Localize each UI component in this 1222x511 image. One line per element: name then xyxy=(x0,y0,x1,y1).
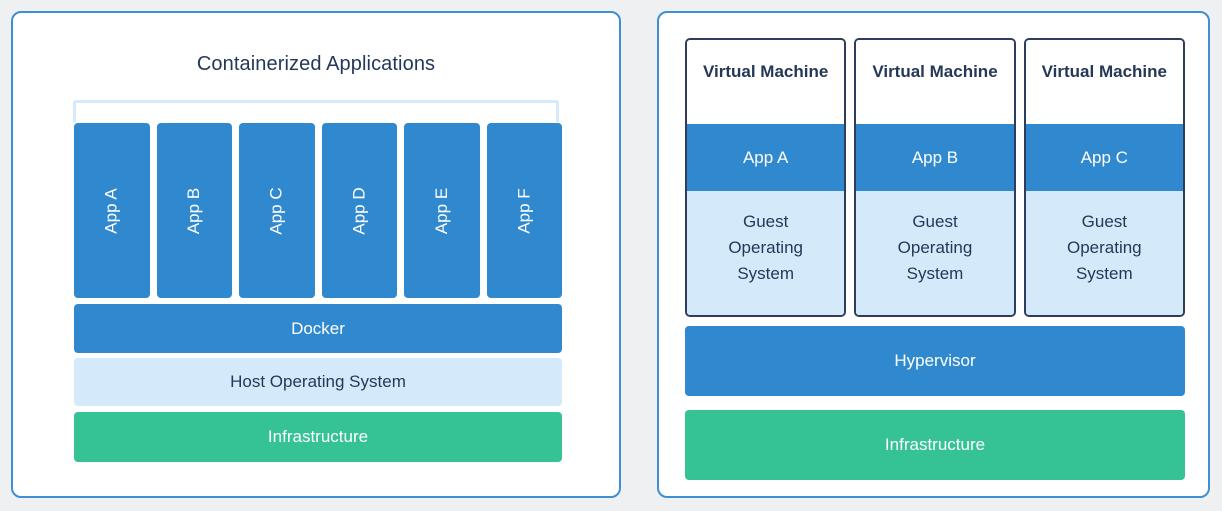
app-block-b-label: App B xyxy=(184,187,204,234)
containers-panel-title: Containerized Applications xyxy=(196,53,436,75)
containerized-apps-row: App A App B App C App D App E App F xyxy=(74,123,562,298)
app-block-f-label: App F xyxy=(514,187,534,234)
virtual-machine-3-title: Virtual Machine xyxy=(1025,40,1183,124)
app-block-f[interactable]: App F xyxy=(486,123,562,298)
infrastructure-layer-vms[interactable]: Infrastructure xyxy=(685,410,1185,480)
app-block-a-label: App A xyxy=(101,187,121,234)
app-block-d-label: App D xyxy=(349,186,369,235)
containers-panel: Containerized Applications App A App B A… xyxy=(11,11,621,498)
app-block-d[interactable]: App D xyxy=(321,123,397,298)
virtual-machine-1-guest-os: Guest Operating System xyxy=(687,191,845,315)
virtual-machine-2-guest-os-line1: Guest xyxy=(912,212,958,231)
virtual-machine-3-guest-os-line2: Operating xyxy=(1066,238,1142,257)
virtual-machine-3[interactable]: Virtual Machine App C Guest Operating Sy… xyxy=(1023,38,1185,317)
virtual-machines-panel: Virtual Machine App A Guest Operating Sy… xyxy=(657,11,1210,498)
virtual-machine-1[interactable]: Virtual Machine App A Guest Operating Sy… xyxy=(685,38,847,317)
virtual-machine-1-title: Virtual Machine xyxy=(687,40,845,124)
virtual-machines-row: Virtual Machine App A Guest Operating Sy… xyxy=(685,38,1185,317)
virtual-machine-2-guest-os: Guest Operating System xyxy=(856,191,1014,315)
containers-grouping-bracket xyxy=(73,100,559,122)
virtual-machine-2[interactable]: Virtual Machine App B Guest Operating Sy… xyxy=(854,38,1016,317)
docker-layer[interactable]: Docker xyxy=(74,304,562,353)
infrastructure-layer-containers[interactable]: Infrastructure xyxy=(74,412,562,462)
app-block-e[interactable]: App E xyxy=(404,123,480,298)
app-block-b[interactable]: App B xyxy=(156,123,232,298)
virtual-machine-2-guest-os-line3: System xyxy=(906,264,964,283)
virtual-machine-2-title: Virtual Machine xyxy=(856,40,1014,124)
app-block-a[interactable]: App A xyxy=(74,123,150,298)
virtual-machine-1-app[interactable]: App A xyxy=(687,124,845,191)
virtual-machine-3-guest-os-line3: System xyxy=(1075,264,1133,283)
virtual-machine-3-app[interactable]: App C xyxy=(1025,124,1183,191)
app-block-c[interactable]: App C xyxy=(239,123,315,298)
virtual-machine-3-guest-os: Guest Operating System xyxy=(1025,191,1183,315)
virtual-machine-1-guest-os-line1: Guest xyxy=(742,212,789,231)
virtual-machine-3-guest-os-line1: Guest xyxy=(1081,212,1127,231)
virtual-machine-2-guest-os-line2: Operating xyxy=(897,238,973,257)
diagram-canvas: Containerized Applications App A App B A… xyxy=(0,0,1222,511)
hypervisor-layer[interactable]: Hypervisor xyxy=(685,326,1185,396)
virtual-machine-2-app[interactable]: App B xyxy=(856,124,1014,191)
virtual-machine-1-guest-os-line3: System xyxy=(737,264,794,283)
app-block-c-label: App C xyxy=(266,186,286,235)
host-operating-system-layer[interactable]: Host Operating System xyxy=(74,358,562,406)
app-block-e-label: App E xyxy=(431,187,451,234)
virtual-machine-1-guest-os-line2: Operating xyxy=(728,238,803,257)
